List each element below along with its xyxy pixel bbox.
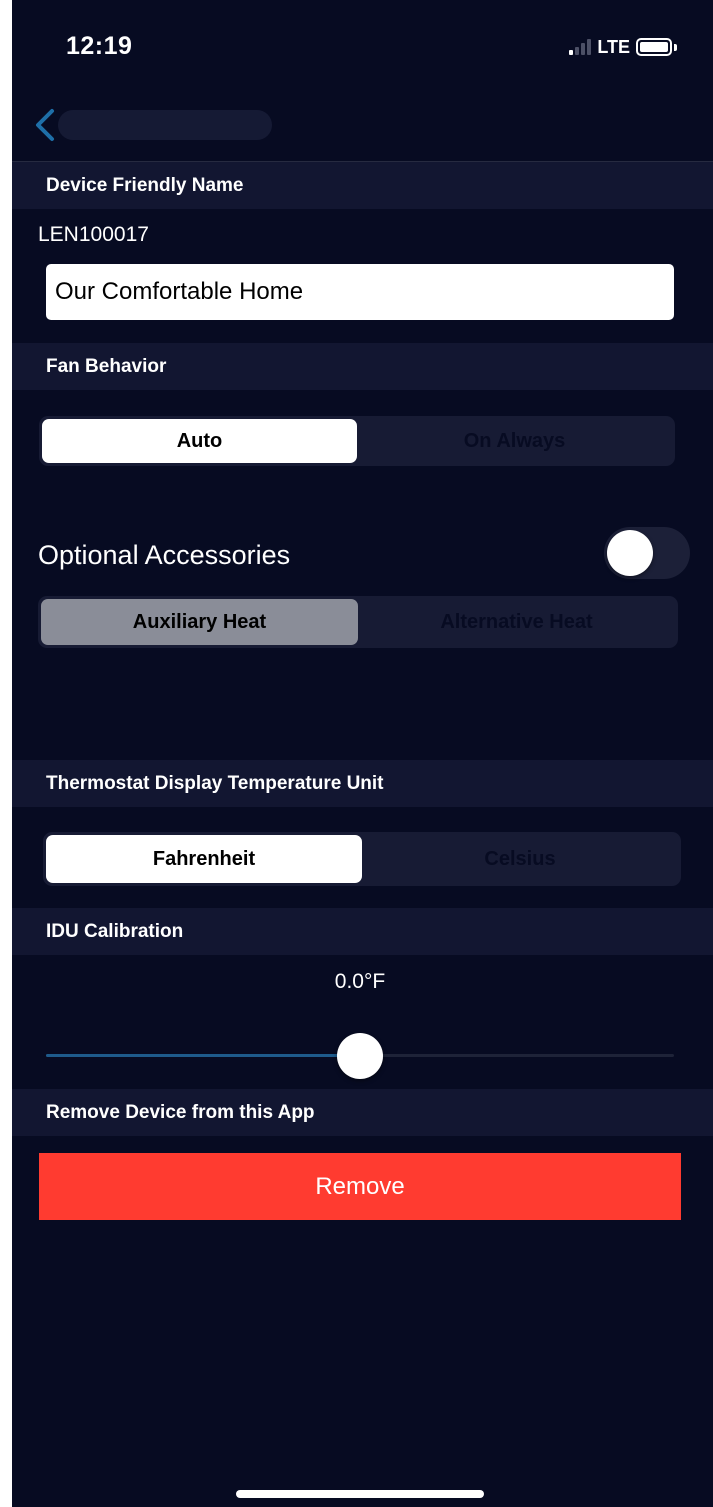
- toggle-knob: [607, 530, 653, 576]
- section-header-fan-behavior: Fan Behavior: [12, 343, 713, 390]
- unit-option-fahrenheit[interactable]: Fahrenheit: [46, 835, 362, 883]
- section-header-label: Thermostat Display Temperature Unit: [46, 772, 384, 794]
- slider-fill: [46, 1054, 360, 1057]
- fan-option-on-always[interactable]: On Always: [357, 419, 672, 463]
- home-indicator: [236, 1490, 484, 1498]
- navigation-bar: [12, 90, 713, 162]
- section-header-label: Device Friendly Name: [46, 174, 244, 196]
- optional-accessories-toggle[interactable]: [604, 527, 690, 579]
- section-header-label: IDU Calibration: [46, 920, 184, 942]
- heat-accessory-segmented-control: Auxiliary Heat Alternative Heat: [38, 596, 678, 648]
- accessory-option-auxiliary-heat[interactable]: Auxiliary Heat: [41, 599, 358, 645]
- section-header-device-name: Device Friendly Name: [12, 162, 713, 209]
- section-header-remove-device: Remove Device from this App: [12, 1089, 713, 1136]
- slider-thumb[interactable]: [337, 1033, 383, 1079]
- unit-option-celsius[interactable]: Celsius: [362, 835, 678, 883]
- section-header-temperature-unit: Thermostat Display Temperature Unit: [12, 760, 713, 807]
- remove-button[interactable]: Remove: [39, 1153, 681, 1220]
- optional-accessories-title: Optional Accessories: [38, 540, 291, 570]
- chevron-left-icon[interactable]: [32, 108, 60, 142]
- battery-icon: [636, 38, 677, 56]
- device-name-input[interactable]: [46, 264, 674, 320]
- device-settings-screen: 12:19 LTE Device Friendly Name LEN100017: [12, 0, 713, 1507]
- network-type: LTE: [597, 36, 630, 57]
- section-header-label: Remove Device from this App: [46, 1101, 315, 1123]
- calibration-value: 0.0°F: [334, 970, 386, 993]
- calibration-slider[interactable]: [46, 1030, 674, 1080]
- fan-option-auto[interactable]: Auto: [42, 419, 357, 463]
- status-indicators: LTE: [569, 36, 677, 58]
- cellular-signal-icon: [569, 39, 592, 55]
- accessory-option-alternative-heat[interactable]: Alternative Heat: [358, 599, 675, 645]
- temperature-unit-segmented-control: Fahrenheit Celsius: [43, 832, 681, 886]
- section-header-label: Fan Behavior: [46, 355, 167, 377]
- fan-behavior-segmented-control: Auto On Always: [39, 416, 675, 466]
- status-bar: 12:19 LTE: [12, 0, 713, 90]
- status-time: 12:19: [66, 32, 133, 60]
- redacted-title: [58, 110, 272, 140]
- section-header-idu-calibration: IDU Calibration: [12, 908, 713, 955]
- device-id: LEN100017: [38, 223, 149, 246]
